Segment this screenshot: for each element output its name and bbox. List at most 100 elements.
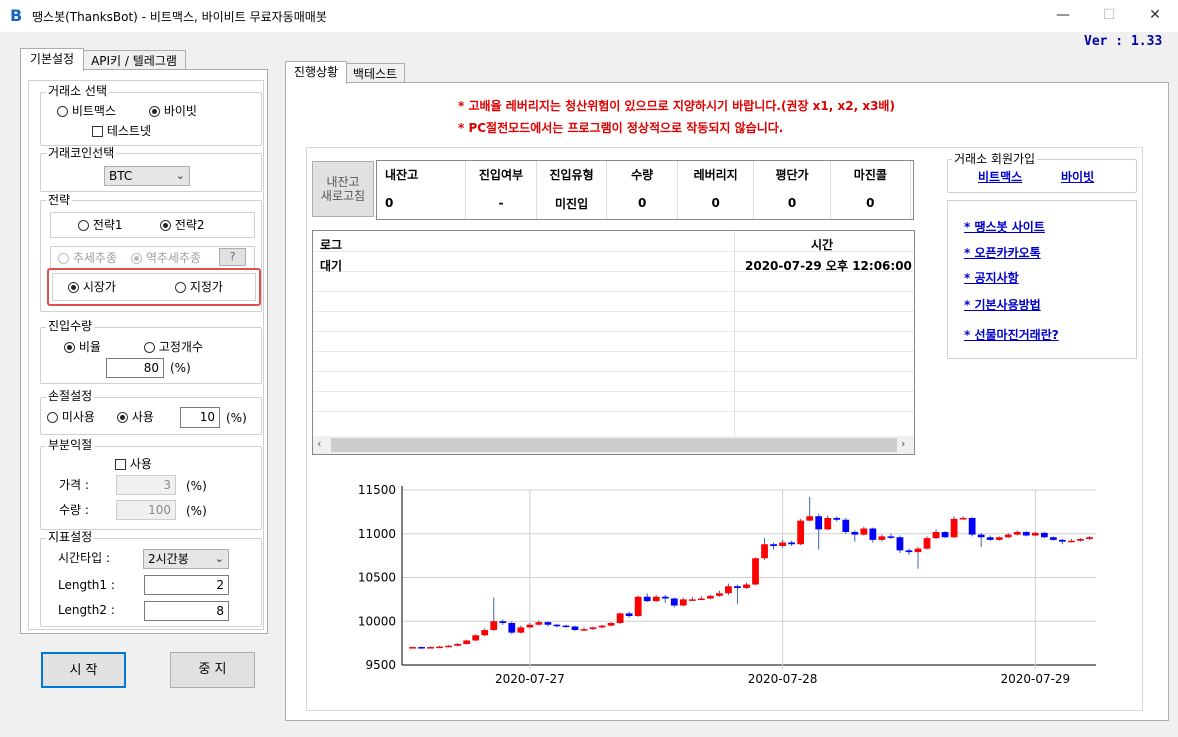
coin-select[interactable]: BTC ⌄ [104, 166, 190, 186]
link-basic-usage[interactable]: * 기본사용방법 [964, 296, 1041, 313]
candle-body [905, 550, 913, 553]
entry-ratio-input[interactable]: 80 [106, 358, 164, 378]
link-open-kakaotalk[interactable]: * 오픈카카오톡 [964, 244, 1041, 261]
log-list[interactable]: 로그 시간 대기 2020-07-29 오후 12:06:00 ‹ › [312, 230, 915, 455]
length1-input[interactable]: 2 [144, 575, 229, 595]
status-value-row: 0 - 미진입 0 0 0 0 [377, 187, 913, 219]
radio-market-order[interactable]: 시장가 [68, 279, 116, 295]
link-thanksbot-site[interactable]: * 땡스봇 사이트 [964, 218, 1045, 235]
radio-strategy1[interactable]: 전략1 [78, 217, 123, 233]
radio-bitmex[interactable]: 비트맥스 [57, 103, 116, 119]
signup-bitmex-link[interactable]: 비트맥스 [978, 168, 1022, 185]
radio-bitmex-label: 비트맥스 [71, 104, 116, 118]
radio-fixed-count[interactable]: 고정개수 [144, 339, 203, 355]
candle-body [517, 627, 525, 633]
radio-trend-circle[interactable] [58, 253, 69, 264]
scroll-left-icon[interactable]: ‹ [317, 437, 321, 450]
partial-qty-label: 수량 : [59, 503, 89, 517]
y-tick-label: 9500 [365, 658, 396, 672]
testnet-checkbox[interactable]: 테스트넷 [92, 123, 151, 139]
candle-body [571, 626, 579, 630]
candle-body [716, 593, 723, 596]
candle-body [842, 519, 850, 532]
candle-body [1031, 532, 1039, 536]
radio-market-circle[interactable] [68, 282, 79, 293]
candle-body [418, 647, 425, 649]
testnet-check-box[interactable] [92, 126, 103, 137]
radio-bybit-circle[interactable] [149, 106, 160, 117]
indicator-group-title: 지표설정 [46, 530, 95, 544]
app-logo-icon: B [10, 6, 23, 25]
log-column-divider [734, 231, 735, 436]
tab-backtest[interactable]: 백테스트 [345, 63, 405, 84]
maximize-icon[interactable]: ☐ [1086, 0, 1132, 30]
candle-body [580, 629, 588, 631]
status-header-avg-price: 평단가 [753, 161, 831, 187]
candle-body [1049, 537, 1057, 540]
radio-ratio-label: 비율 [78, 340, 101, 354]
radio-strategy2[interactable]: 전략2 [160, 217, 205, 233]
refresh-line2: 새로고침 [320, 189, 366, 203]
partial-use-check-box[interactable] [115, 459, 126, 470]
candle-body [995, 537, 1003, 540]
radio-bybit[interactable]: 바이빗 [149, 103, 197, 119]
radio-market-label: 시장가 [82, 280, 116, 294]
candle-body [824, 518, 832, 530]
radio-limit-circle[interactable] [175, 282, 186, 293]
tab-api-telegram[interactable]: API키 / 텔레그램 [82, 50, 186, 71]
candle-body [1004, 534, 1012, 538]
signup-bybit-link[interactable]: 바이빗 [1061, 168, 1094, 185]
partial-price-input[interactable]: 3 [116, 475, 176, 495]
length2-input[interactable]: 8 [144, 601, 229, 621]
radio-fixed-circle[interactable] [144, 342, 155, 353]
radio-stoploss-off-circle[interactable] [47, 412, 58, 423]
candle-body [544, 622, 552, 625]
stop-button[interactable]: 중 지 [170, 652, 255, 688]
radio-strategy1-circle[interactable] [78, 220, 89, 231]
radio-counter-trend[interactable]: 역추세추종 [131, 250, 201, 266]
scroll-right-icon[interactable]: › [901, 437, 905, 450]
candle-body [463, 640, 471, 644]
partial-qty-input[interactable]: 100 [116, 500, 176, 520]
partial-use-checkbox[interactable]: 사용 [115, 456, 152, 472]
radio-counter-circle[interactable] [131, 253, 142, 264]
link-futures-margin[interactable]: * 선물마진거래란? [964, 326, 1059, 343]
radio-bitmex-circle[interactable] [57, 106, 68, 117]
radio-stoploss-off[interactable]: 미사용 [47, 409, 95, 425]
radio-stoploss-on[interactable]: 사용 [117, 409, 154, 425]
candle-body [445, 645, 453, 648]
radio-strategy2-circle[interactable] [160, 220, 171, 231]
status-value-balance: 0 [377, 187, 467, 219]
candle-body [986, 537, 994, 540]
candle-body [652, 596, 660, 602]
link-notice[interactable]: * 공지사항 [964, 269, 1019, 286]
candle-body [481, 630, 489, 636]
radio-limit-order[interactable]: 지정가 [175, 279, 223, 295]
stoploss-input[interactable]: 10 [180, 407, 220, 428]
candle-body [670, 598, 678, 606]
timeframe-select[interactable]: 2시간봉 ⌄ [143, 549, 229, 569]
tab-basic-settings[interactable]: 기본설정 [20, 48, 84, 71]
radio-ratio[interactable]: 비율 [64, 339, 101, 355]
candle-body [490, 621, 498, 630]
status-header-qty: 수량 [606, 161, 678, 187]
tab-progress[interactable]: 진행상황 [285, 61, 347, 84]
refresh-balance-button[interactable]: 내잔고 새로고침 [312, 161, 374, 217]
candle-body [643, 596, 651, 602]
strategy-help-button[interactable]: ? [219, 248, 246, 266]
start-button[interactable]: 시 작 [41, 652, 126, 688]
candle-body [851, 532, 859, 535]
x-tick-label: 2020-07-28 [748, 672, 818, 686]
candle-body [616, 613, 624, 623]
radio-ratio-circle[interactable] [64, 342, 75, 353]
candle-body [878, 536, 886, 540]
candle-body [743, 584, 750, 588]
radio-trend[interactable]: 추세추종 [58, 250, 117, 266]
y-tick-label: 11000 [358, 527, 396, 541]
radio-stoploss-on-label: 사용 [131, 410, 154, 424]
radio-stoploss-off-label: 미사용 [61, 410, 95, 424]
minimize-icon[interactable]: — [1040, 0, 1086, 30]
log-scrollbar-thumb[interactable] [331, 438, 897, 452]
close-icon[interactable]: ✕ [1132, 0, 1178, 30]
radio-stoploss-on-circle[interactable] [117, 412, 128, 423]
